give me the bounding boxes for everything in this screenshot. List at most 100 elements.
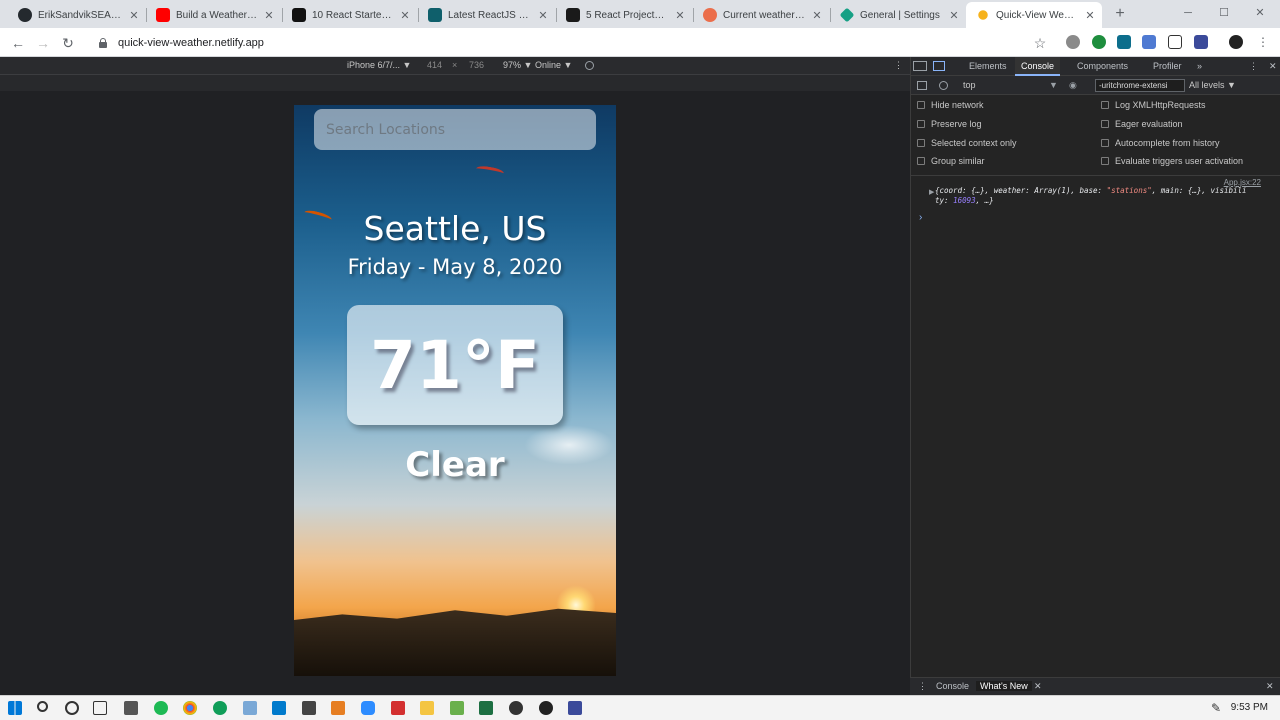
chevron-down-icon[interactable]: ▼: [1049, 80, 1058, 90]
close-icon[interactable]: ✕: [948, 9, 960, 22]
checkbox[interactable]: [917, 101, 925, 109]
expand-arrow-icon[interactable]: ▶: [929, 188, 934, 196]
log-entry[interactable]: {coord: {…}, weather: Array(1), base: "s…: [935, 186, 1265, 206]
checkbox[interactable]: [917, 120, 925, 128]
device-height[interactable]: 736: [469, 60, 484, 70]
tab-elements[interactable]: Elements: [963, 57, 1013, 76]
zoom-icon[interactable]: [361, 701, 375, 715]
hangouts-icon[interactable]: [213, 701, 227, 715]
inspect-icon[interactable]: [913, 61, 927, 71]
tab-profiler[interactable]: Profiler: [1147, 57, 1188, 76]
address-bar[interactable]: quick-view-weather.netlify.app: [88, 32, 1058, 53]
checkbox[interactable]: [917, 139, 925, 147]
tab-openweather[interactable]: Current weather da ✕: [693, 2, 829, 28]
app-icon[interactable]: [124, 701, 138, 715]
close-window-button[interactable]: ✕: [1250, 4, 1270, 22]
tab-reactjs-examples[interactable]: Latest ReactJS Exam ✕: [418, 2, 555, 28]
spotify-icon[interactable]: [154, 701, 168, 715]
checkbox[interactable]: [917, 157, 925, 165]
reload-button[interactable]: ↻: [58, 33, 78, 53]
close-drawer-icon[interactable]: ✕: [1266, 681, 1274, 692]
network-throttle-select[interactable]: Online ▼: [535, 60, 572, 70]
close-icon[interactable]: ✕: [399, 9, 411, 22]
setting-autocomplete-history[interactable]: Autocomplete from history: [1101, 136, 1220, 150]
search-icon[interactable]: [37, 701, 48, 712]
close-icon[interactable]: ✕: [1034, 681, 1042, 692]
cortana-icon[interactable]: [65, 701, 79, 715]
checkbox[interactable]: [1101, 157, 1109, 165]
setting-selected-context[interactable]: Selected context only: [917, 136, 1017, 150]
setting-eager-evaluation[interactable]: Eager evaluation: [1101, 117, 1183, 131]
vscode-icon[interactable]: [272, 701, 286, 715]
tab-github[interactable]: ErikSandvikSEA/Rea ✕: [8, 2, 146, 28]
app-icon[interactable]: [450, 701, 464, 715]
github-desktop-icon[interactable]: [539, 701, 553, 715]
setting-evaluate-triggers[interactable]: Evaluate triggers user activation: [1101, 154, 1243, 168]
drawer-tab-console[interactable]: Console: [936, 681, 969, 691]
tab-netlify-settings[interactable]: General | Settings ✕: [830, 2, 966, 28]
search-input[interactable]: [314, 109, 596, 150]
device-select[interactable]: iPhone 6/7/... ▼: [347, 60, 411, 70]
settings-dots-icon[interactable]: ⋮: [1243, 57, 1264, 76]
setting-group-similar[interactable]: Group similar: [917, 154, 985, 168]
rotate-icon[interactable]: [585, 61, 594, 70]
checkbox[interactable]: [1101, 120, 1109, 128]
tab-quick-view-weather[interactable]: Quick-View Weathe ✕: [966, 2, 1102, 28]
tab-react-projects[interactable]: 5 React Projects Yo ✕: [556, 2, 692, 28]
pen-icon[interactable]: ✎: [1211, 701, 1225, 715]
app-icon[interactable]: [243, 701, 257, 715]
calculator-icon[interactable]: [302, 701, 316, 715]
close-icon[interactable]: ✕: [674, 9, 686, 22]
log-levels-select[interactable]: All levels ▼: [1189, 80, 1236, 90]
maximize-button[interactable]: ☐: [1214, 4, 1234, 22]
tab-components[interactable]: Components: [1071, 57, 1134, 76]
app-icon[interactable]: [568, 701, 582, 715]
close-icon[interactable]: ✕: [128, 9, 140, 22]
app-icon[interactable]: [509, 701, 523, 715]
system-clock[interactable]: 9:53 PM: [1231, 702, 1268, 713]
minimize-button[interactable]: ─: [1178, 4, 1198, 22]
close-icon[interactable]: ✕: [811, 9, 823, 22]
checkbox[interactable]: [1101, 101, 1109, 109]
console-prompt[interactable]: ›: [919, 212, 922, 223]
more-options-icon[interactable]: ⋮: [894, 60, 903, 71]
extension-icon[interactable]: [1066, 35, 1080, 49]
setting-log-xhr[interactable]: Log XMLHttpRequests: [1101, 98, 1206, 112]
screenshot-icon[interactable]: [1168, 35, 1182, 49]
windows-start-icon[interactable]: [8, 701, 22, 715]
react-devtools-icon[interactable]: [1117, 35, 1131, 49]
forward-button[interactable]: →: [33, 33, 53, 53]
drawer-menu-icon[interactable]: ⋮: [918, 681, 927, 692]
device-mode-icon[interactable]: [933, 61, 945, 71]
app-icon[interactable]: [331, 701, 345, 715]
tab-youtube[interactable]: Build a Weather Ap ✕: [146, 2, 281, 28]
close-icon[interactable]: ✕: [263, 9, 275, 22]
back-button[interactable]: ←: [8, 33, 28, 53]
url-text[interactable]: quick-view-weather.netlify.app: [118, 37, 264, 49]
filter-input[interactable]: -uritchrome-extensi: [1095, 79, 1185, 92]
bookmark-star-icon[interactable]: ☆: [1030, 33, 1050, 53]
chrome-icon[interactable]: [183, 701, 197, 715]
extension-icon[interactable]: [1092, 35, 1106, 49]
zoom-select[interactable]: 97% ▼: [503, 60, 532, 70]
checkbox[interactable]: [1101, 139, 1109, 147]
close-icon[interactable]: ✕: [1084, 9, 1096, 22]
setting-preserve-log[interactable]: Preserve log: [917, 117, 982, 131]
pdf-icon[interactable]: [391, 701, 405, 715]
more-tabs-icon[interactable]: »: [1191, 57, 1208, 76]
close-icon[interactable]: ✕: [537, 9, 549, 22]
file-explorer-icon[interactable]: [420, 701, 434, 715]
extension-icon[interactable]: [1142, 35, 1156, 49]
menu-dots-icon[interactable]: ⋮: [1256, 35, 1270, 49]
excel-icon[interactable]: [479, 701, 493, 715]
device-width[interactable]: 414: [427, 60, 442, 70]
task-view-icon[interactable]: [93, 701, 107, 715]
drawer-tab-whats-new[interactable]: What's New: [976, 681, 1032, 691]
context-select[interactable]: top: [963, 80, 976, 90]
tab-medium[interactable]: 10 React Starter Pro ✕: [282, 2, 417, 28]
eye-icon[interactable]: ◉: [1069, 80, 1077, 91]
setting-hide-network[interactable]: Hide network: [917, 98, 984, 112]
clear-console-icon[interactable]: [939, 81, 948, 90]
tab-console[interactable]: Console: [1015, 57, 1061, 76]
avatar[interactable]: [1229, 35, 1243, 49]
